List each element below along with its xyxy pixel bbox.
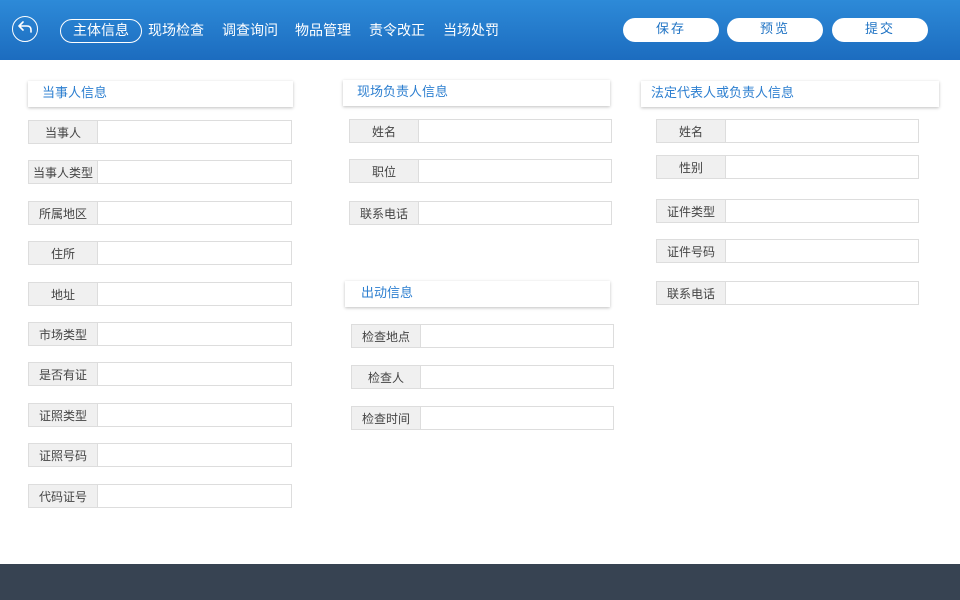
licensed-field: 是否有证 [28, 362, 292, 386]
onsite-name-input[interactable] [419, 119, 612, 143]
save-button[interactable]: 保存 [623, 18, 719, 42]
license-number-field: 证照号码 [28, 443, 292, 467]
inspection-place-field: 检查地点 [351, 324, 614, 348]
top-bar: 主体信息 现场检查 调查询问 物品管理 责令改正 当场处罚 保存 预览 提交 [0, 0, 960, 60]
inspector-input[interactable] [421, 365, 614, 389]
rep-name-label: 姓名 [656, 119, 726, 143]
onsite-phone-input[interactable] [419, 201, 612, 225]
org-code-field: 代码证号 [28, 484, 292, 508]
address-field: 地址 [28, 282, 292, 306]
onsite-position-input[interactable] [419, 159, 612, 183]
rep-gender-input[interactable] [726, 155, 919, 179]
market-type-label: 市场类型 [28, 322, 98, 346]
license-type-label: 证照类型 [28, 403, 98, 427]
market-type-input[interactable] [98, 322, 292, 346]
inspection-time-field: 检查时间 [351, 406, 614, 430]
org-code-label: 代码证号 [28, 484, 98, 508]
party-type-label: 当事人类型 [28, 160, 98, 184]
party-field: 当事人 [28, 120, 292, 144]
party-info-header: 当事人信息 [28, 81, 293, 107]
onsite-person-header: 现场负责人信息 [343, 80, 610, 106]
rep-id-number-field: 证件号码 [656, 239, 919, 263]
license-number-label: 证照号码 [28, 443, 98, 467]
rep-id-type-label: 证件类型 [656, 199, 726, 223]
party-label: 当事人 [28, 120, 98, 144]
footer-bar [0, 564, 960, 600]
onsite-phone-field: 联系电话 [349, 201, 612, 225]
licensed-input[interactable] [98, 362, 292, 386]
tab-rectification-order[interactable]: 责令改正 [369, 19, 425, 43]
license-type-input[interactable] [98, 403, 292, 427]
tab-investigation[interactable]: 调查询问 [222, 19, 278, 43]
rep-gender-label: 性别 [656, 155, 726, 179]
legal-rep-header: 法定代表人或负责人信息 [641, 81, 939, 107]
residence-label: 住所 [28, 241, 98, 265]
rep-id-type-field: 证件类型 [656, 199, 919, 223]
address-input[interactable] [98, 282, 292, 306]
inspection-time-label: 检查时间 [351, 406, 421, 430]
region-label: 所属地区 [28, 201, 98, 225]
license-type-field: 证照类型 [28, 403, 292, 427]
party-type-field: 当事人类型 [28, 160, 292, 184]
rep-name-input[interactable] [726, 119, 919, 143]
tab-onsite-penalty[interactable]: 当场处罚 [443, 19, 499, 43]
back-arrow-icon [18, 21, 32, 37]
org-code-input[interactable] [98, 484, 292, 508]
rep-name-field: 姓名 [656, 119, 919, 143]
inspector-field: 检查人 [351, 365, 614, 389]
rep-gender-field: 性别 [656, 155, 919, 179]
region-input[interactable] [98, 201, 292, 225]
dispatch-info-header: 出动信息 [345, 281, 610, 307]
licensed-label: 是否有证 [28, 362, 98, 386]
license-number-input[interactable] [98, 443, 292, 467]
rep-id-type-input[interactable] [726, 199, 919, 223]
region-field: 所属地区 [28, 201, 292, 225]
rep-id-number-input[interactable] [726, 239, 919, 263]
party-input[interactable] [98, 120, 292, 144]
back-button[interactable] [12, 16, 38, 42]
rep-phone-label: 联系电话 [656, 281, 726, 305]
tab-item-management[interactable]: 物品管理 [295, 19, 351, 43]
inspection-place-input[interactable] [421, 324, 614, 348]
rep-phone-field: 联系电话 [656, 281, 919, 305]
onsite-phone-label: 联系电话 [349, 201, 419, 225]
submit-button[interactable]: 提交 [832, 18, 928, 42]
inspection-place-label: 检查地点 [351, 324, 421, 348]
onsite-position-label: 职位 [349, 159, 419, 183]
inspector-label: 检查人 [351, 365, 421, 389]
inspection-time-input[interactable] [421, 406, 614, 430]
rep-id-number-label: 证件号码 [656, 239, 726, 263]
party-type-input[interactable] [98, 160, 292, 184]
tab-subject-info[interactable]: 主体信息 [60, 19, 142, 43]
market-type-field: 市场类型 [28, 322, 292, 346]
preview-button[interactable]: 预览 [727, 18, 823, 42]
residence-field: 住所 [28, 241, 292, 265]
onsite-name-field: 姓名 [349, 119, 612, 143]
tab-onsite-inspection[interactable]: 现场检查 [148, 19, 204, 43]
address-label: 地址 [28, 282, 98, 306]
residence-input[interactable] [98, 241, 292, 265]
onsite-name-label: 姓名 [349, 119, 419, 143]
onsite-position-field: 职位 [349, 159, 612, 183]
rep-phone-input[interactable] [726, 281, 919, 305]
